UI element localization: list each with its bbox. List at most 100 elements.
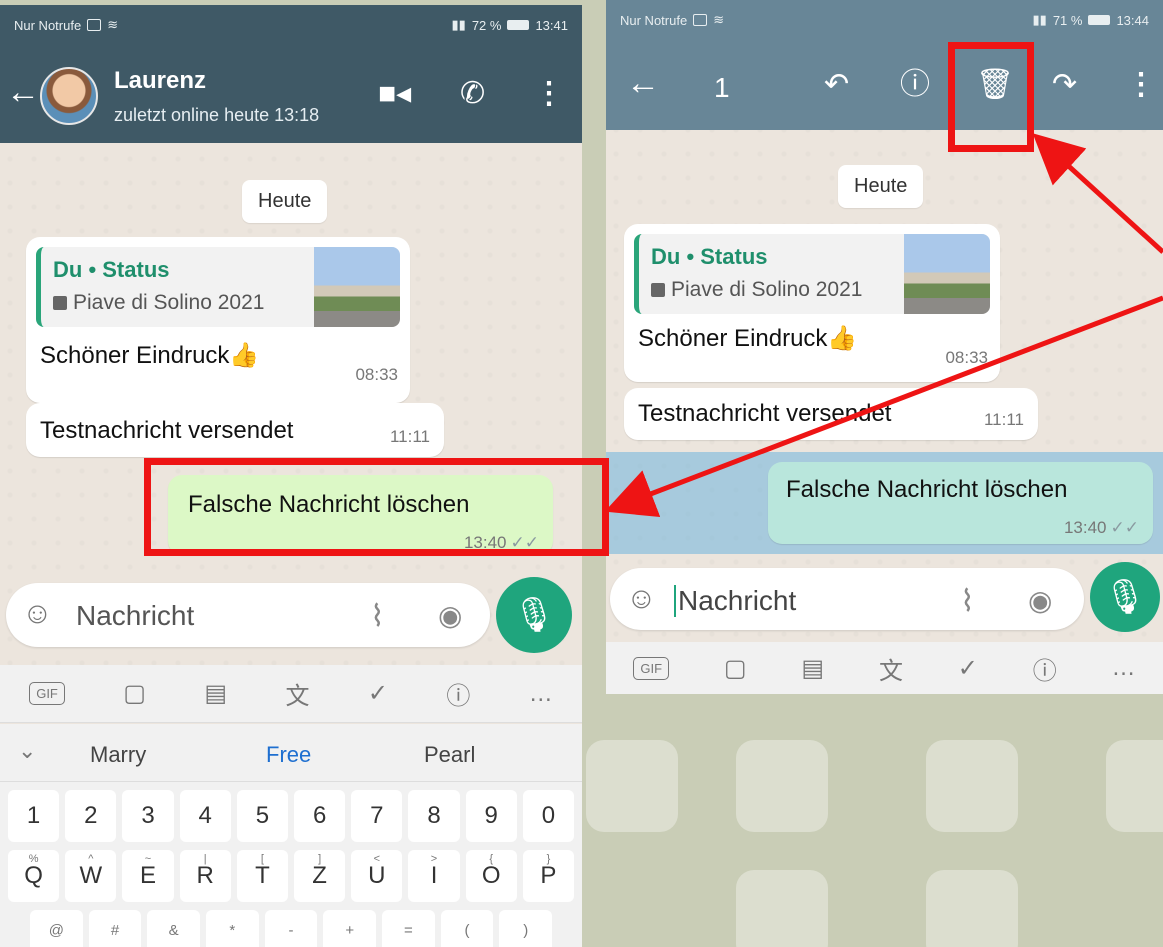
key[interactable]: = [382, 910, 435, 947]
more-vert-icon[interactable]: ⋮ [534, 79, 564, 109]
more-vert-icon[interactable]: ⋮ [1126, 70, 1156, 100]
key[interactable]: @ [30, 910, 83, 947]
key[interactable]: 5 [236, 790, 289, 842]
sticker-icon[interactable]: ▢ [724, 654, 747, 683]
message-composer[interactable]: ☺ Nachricht ⌇ ◉ [6, 583, 490, 647]
paperclip-icon[interactable]: ⌇ [370, 599, 385, 634]
video-call-icon[interactable]: ■◂ [378, 79, 411, 109]
message-bubble[interactable]: Du • Status Piave di Solino 2021 Schöner… [624, 224, 1000, 382]
info-icon[interactable]: ⓘ [900, 70, 930, 100]
message-time: 13:40 ✓✓ [1063, 518, 1139, 537]
more-horiz-icon[interactable]: … [529, 680, 553, 708]
mic-icon: 🎙 [512, 596, 556, 634]
status-quote[interactable]: Du • Status Piave di Solino 2021 [36, 247, 400, 327]
translate-icon[interactable]: 文 [879, 651, 903, 686]
emoji-icon[interactable]: ☺ [626, 584, 657, 614]
check-icon[interactable]: ✓ [958, 654, 978, 683]
key[interactable]: * [206, 910, 259, 947]
key[interactable]: 8 [408, 790, 460, 842]
key[interactable]: ( [440, 910, 494, 947]
signal-icon: ▮▮ [451, 17, 466, 32]
suggestion-item[interactable]: Pearl [424, 742, 475, 768]
key[interactable]: < U [351, 850, 403, 902]
key[interactable]: 9 [465, 790, 517, 842]
key[interactable]: 0 [522, 790, 575, 842]
message-bubble-outgoing-selected[interactable]: Falsche Nachricht löschen 13:40 ✓✓ [768, 462, 1153, 544]
key[interactable]: + [323, 910, 377, 947]
key[interactable]: 2 [65, 790, 117, 842]
key[interactable]: | R [179, 850, 231, 902]
key[interactable]: 1 [8, 790, 60, 842]
suggestion-item[interactable]: Marry [90, 742, 146, 768]
forward-icon[interactable]: ↷ [1052, 70, 1077, 100]
info-icon[interactable]: ⓘ [446, 676, 470, 711]
suggestion-item[interactable]: Free [266, 742, 311, 768]
key[interactable]: [T [236, 850, 289, 902]
number-row: 1 2 3 4 5 6 7 8 9 0 [8, 790, 575, 842]
status-thumbnail [904, 234, 990, 314]
image-icon [651, 283, 665, 297]
message-composer[interactable]: ☺ Nachricht ⌇ ◉ [610, 568, 1084, 630]
mic-button[interactable]: 🎙 [496, 577, 572, 653]
info-icon[interactable]: ⓘ [1033, 651, 1057, 686]
avatar[interactable] [40, 67, 98, 125]
signal-icon: ▮▮ [1032, 12, 1047, 27]
app-tile [586, 740, 678, 832]
status-time: 13:41 [535, 17, 568, 33]
key[interactable]: & [147, 910, 201, 947]
key[interactable]: ~ E [122, 850, 174, 902]
contact-name[interactable]: Laurenz [114, 67, 206, 95]
reply-icon[interactable]: ↶ [824, 70, 849, 100]
key[interactable]: } P [522, 850, 575, 902]
back-arrow-icon[interactable]: ← [6, 75, 40, 109]
key[interactable]: ] Z [294, 850, 346, 902]
clipboard-icon[interactable]: ▤ [801, 654, 824, 683]
message-time: 11:11 [389, 427, 430, 446]
status-carrier: Nur Notrufe [14, 17, 82, 33]
key[interactable]: # [88, 910, 142, 947]
message-text: Falsche Nachricht löschen [786, 476, 1068, 503]
key[interactable]: {O [465, 850, 517, 902]
message-input[interactable]: Nachricht [76, 600, 194, 632]
clipboard-icon[interactable]: ▤ [204, 679, 227, 708]
message-text: Schöner Eindruck👍 [40, 342, 260, 369]
status-bar: Nur Notrufe ≋ ▮▮ 71 % 13:44 [606, 0, 1163, 40]
key[interactable]: > I [408, 850, 460, 902]
more-horiz-icon[interactable]: … [1112, 654, 1136, 682]
collapse-icon[interactable]: ⌄ [18, 738, 36, 764]
message-bubble[interactable]: Du • Status Piave di Solino 2021 Schöner… [26, 237, 410, 403]
camera-icon[interactable]: ◉ [438, 599, 462, 632]
app-tile [1106, 740, 1163, 832]
camera-icon[interactable]: ◉ [1028, 584, 1052, 617]
homescreen-background [586, 700, 1163, 947]
emoji-icon[interactable]: ☺ [22, 599, 53, 629]
key[interactable]: 6 [294, 790, 346, 842]
gif-icon[interactable]: GIF [633, 656, 670, 680]
gif-icon[interactable]: GIF [29, 682, 65, 705]
phone-icon[interactable]: ✆ [460, 79, 485, 109]
key[interactable]: % Q [8, 850, 60, 902]
date-chip: Heute [242, 180, 328, 223]
mic-icon: 🎙 [1103, 578, 1147, 616]
mic-button[interactable]: 🎙 [1090, 562, 1160, 632]
wifi-icon: ≋ [713, 12, 725, 27]
letter-row: % Q ^ W ~ E | R [T ] Z < U > I {O } P [8, 850, 575, 902]
key[interactable]: ) [499, 910, 553, 947]
app-tile [926, 870, 1018, 947]
suggestion-bar: ⌄ Marry Free Pearl [0, 724, 582, 782]
back-arrow-icon[interactable]: ← [626, 66, 660, 100]
key[interactable]: - [264, 910, 318, 947]
translate-icon[interactable]: 文 [285, 676, 309, 711]
key[interactable]: 7 [351, 790, 403, 842]
key[interactable]: 4 [179, 790, 231, 842]
sticker-icon[interactable]: ▢ [123, 679, 146, 708]
message-bubble[interactable]: Testnachricht versendet 11:11 [624, 388, 1038, 440]
check-icon[interactable]: ✓ [368, 679, 388, 708]
status-quote[interactable]: Du • Status Piave di Solino 2021 [634, 234, 990, 314]
key[interactable]: ^ W [65, 850, 117, 902]
message-input[interactable]: Nachricht [674, 585, 796, 617]
message-bubble[interactable]: Testnachricht versendet 11:11 [26, 403, 444, 457]
paperclip-icon[interactable]: ⌇ [960, 584, 975, 619]
highlight-box-delete [948, 42, 1034, 152]
key[interactable]: 3 [122, 790, 174, 842]
